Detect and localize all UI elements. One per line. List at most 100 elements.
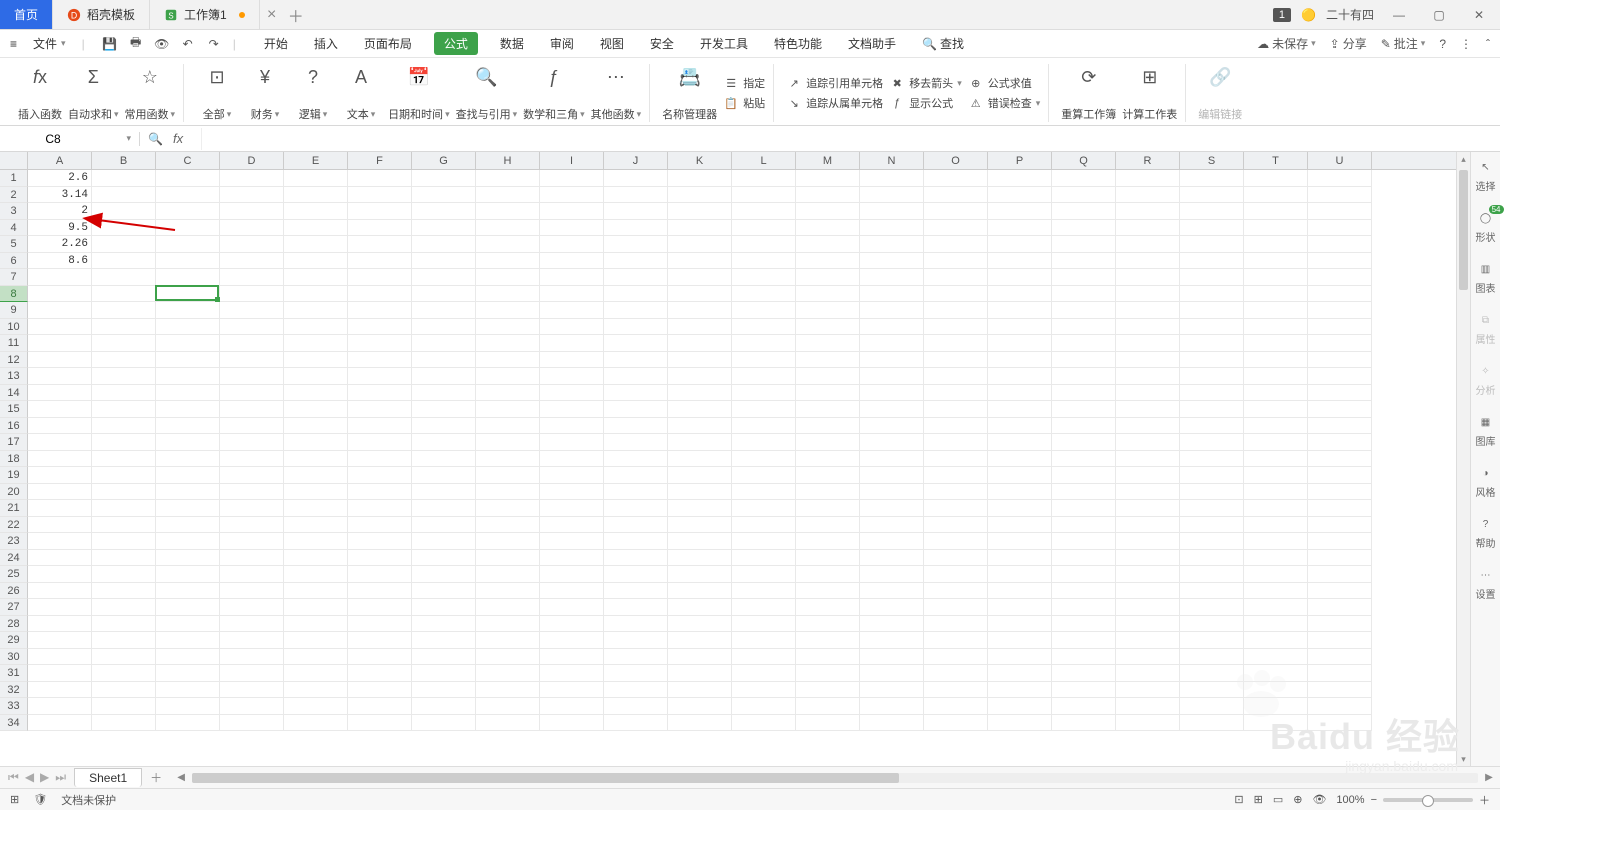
cell-A2[interactable]: 3.14 xyxy=(28,187,92,204)
cell-S10[interactable] xyxy=(1180,319,1244,336)
row-header-18[interactable]: 18 xyxy=(0,451,28,468)
cell-O23[interactable] xyxy=(924,533,988,550)
menu-tab-3[interactable]: 公式 xyxy=(434,32,478,55)
cell-D27[interactable] xyxy=(220,599,284,616)
cell-F30[interactable] xyxy=(348,649,412,666)
zoom-out-button[interactable]: − xyxy=(1371,794,1377,806)
cell-B31[interactable] xyxy=(92,665,156,682)
cell-R4[interactable] xyxy=(1116,220,1180,237)
row-header-17[interactable]: 17 xyxy=(0,434,28,451)
cell-K24[interactable] xyxy=(668,550,732,567)
cell-H16[interactable] xyxy=(476,418,540,435)
row-header-22[interactable]: 22 xyxy=(0,517,28,534)
cell-Q11[interactable] xyxy=(1052,335,1116,352)
cell-F1[interactable] xyxy=(348,170,412,187)
cell-P13[interactable] xyxy=(988,368,1052,385)
insert-function-button[interactable]: fx插入函数 xyxy=(18,64,62,122)
cell-L15[interactable] xyxy=(732,401,796,418)
cell-E13[interactable] xyxy=(284,368,348,385)
cell-S7[interactable] xyxy=(1180,269,1244,286)
cell-J13[interactable] xyxy=(604,368,668,385)
cell-R25[interactable] xyxy=(1116,566,1180,583)
cell-T34[interactable] xyxy=(1244,715,1308,732)
cell-S25[interactable] xyxy=(1180,566,1244,583)
cell-F24[interactable] xyxy=(348,550,412,567)
cell-G27[interactable] xyxy=(412,599,476,616)
cell-U23[interactable] xyxy=(1308,533,1372,550)
sheet-first-button[interactable]: ⏮ xyxy=(8,770,19,785)
cell-R13[interactable] xyxy=(1116,368,1180,385)
cell-Q14[interactable] xyxy=(1052,385,1116,402)
cell-K13[interactable] xyxy=(668,368,732,385)
cell-I10[interactable] xyxy=(540,319,604,336)
cell-N30[interactable] xyxy=(860,649,924,666)
cell-C11[interactable] xyxy=(156,335,220,352)
sp-help[interactable]: ?帮助 xyxy=(1476,515,1496,550)
cell-S21[interactable] xyxy=(1180,500,1244,517)
cell-G22[interactable] xyxy=(412,517,476,534)
cell-F32[interactable] xyxy=(348,682,412,699)
user-name[interactable]: 二十有四 xyxy=(1326,6,1374,23)
cell-G6[interactable] xyxy=(412,253,476,270)
cell-U19[interactable] xyxy=(1308,467,1372,484)
cell-N10[interactable] xyxy=(860,319,924,336)
cell-Q32[interactable] xyxy=(1052,682,1116,699)
cell-Q18[interactable] xyxy=(1052,451,1116,468)
cell-K20[interactable] xyxy=(668,484,732,501)
remove-arrows-button[interactable]: ✖移去箭头▾ xyxy=(889,75,962,91)
cell-D1[interactable] xyxy=(220,170,284,187)
tab-home[interactable]: 首页 xyxy=(0,0,53,29)
cell-U27[interactable] xyxy=(1308,599,1372,616)
cell-A6[interactable]: 8.6 xyxy=(28,253,92,270)
cell-P29[interactable] xyxy=(988,632,1052,649)
cell-E8[interactable] xyxy=(284,286,348,303)
cell-L21[interactable] xyxy=(732,500,796,517)
cell-I9[interactable] xyxy=(540,302,604,319)
cell-E28[interactable] xyxy=(284,616,348,633)
row-header-2[interactable]: 2 xyxy=(0,187,28,204)
cell-C5[interactable] xyxy=(156,236,220,253)
cell-K3[interactable] xyxy=(668,203,732,220)
col-header-R[interactable]: R xyxy=(1116,152,1180,169)
cell-K6[interactable] xyxy=(668,253,732,270)
cell-M33[interactable] xyxy=(796,698,860,715)
cell-I1[interactable] xyxy=(540,170,604,187)
row-header-15[interactable]: 15 xyxy=(0,401,28,418)
cell-T30[interactable] xyxy=(1244,649,1308,666)
cell-T32[interactable] xyxy=(1244,682,1308,699)
cell-R27[interactable] xyxy=(1116,599,1180,616)
cell-P31[interactable] xyxy=(988,665,1052,682)
cell-D31[interactable] xyxy=(220,665,284,682)
sheet-next-button[interactable]: ▶ xyxy=(40,770,49,785)
cell-K2[interactable] xyxy=(668,187,732,204)
cell-G13[interactable] xyxy=(412,368,476,385)
cell-K31[interactable] xyxy=(668,665,732,682)
cell-T1[interactable] xyxy=(1244,170,1308,187)
cell-A15[interactable] xyxy=(28,401,92,418)
cell-H7[interactable] xyxy=(476,269,540,286)
cell-K10[interactable] xyxy=(668,319,732,336)
cell-L14[interactable] xyxy=(732,385,796,402)
cell-G14[interactable] xyxy=(412,385,476,402)
cell-P34[interactable] xyxy=(988,715,1052,732)
cell-N27[interactable] xyxy=(860,599,924,616)
cell-N6[interactable] xyxy=(860,253,924,270)
cell-A34[interactable] xyxy=(28,715,92,732)
cell-M8[interactable] xyxy=(796,286,860,303)
unsaved-indicator[interactable]: ☁未保存▾ xyxy=(1257,35,1316,52)
cell-O33[interactable] xyxy=(924,698,988,715)
cell-R10[interactable] xyxy=(1116,319,1180,336)
cell-C7[interactable] xyxy=(156,269,220,286)
cell-R30[interactable] xyxy=(1116,649,1180,666)
cell-S8[interactable] xyxy=(1180,286,1244,303)
cell-S34[interactable] xyxy=(1180,715,1244,732)
cell-U33[interactable] xyxy=(1308,698,1372,715)
cell-H24[interactable] xyxy=(476,550,540,567)
cell-F13[interactable] xyxy=(348,368,412,385)
cell-Q20[interactable] xyxy=(1052,484,1116,501)
cell-J29[interactable] xyxy=(604,632,668,649)
cell-F12[interactable] xyxy=(348,352,412,369)
row-header-29[interactable]: 29 xyxy=(0,632,28,649)
cell-U17[interactable] xyxy=(1308,434,1372,451)
cell-N33[interactable] xyxy=(860,698,924,715)
